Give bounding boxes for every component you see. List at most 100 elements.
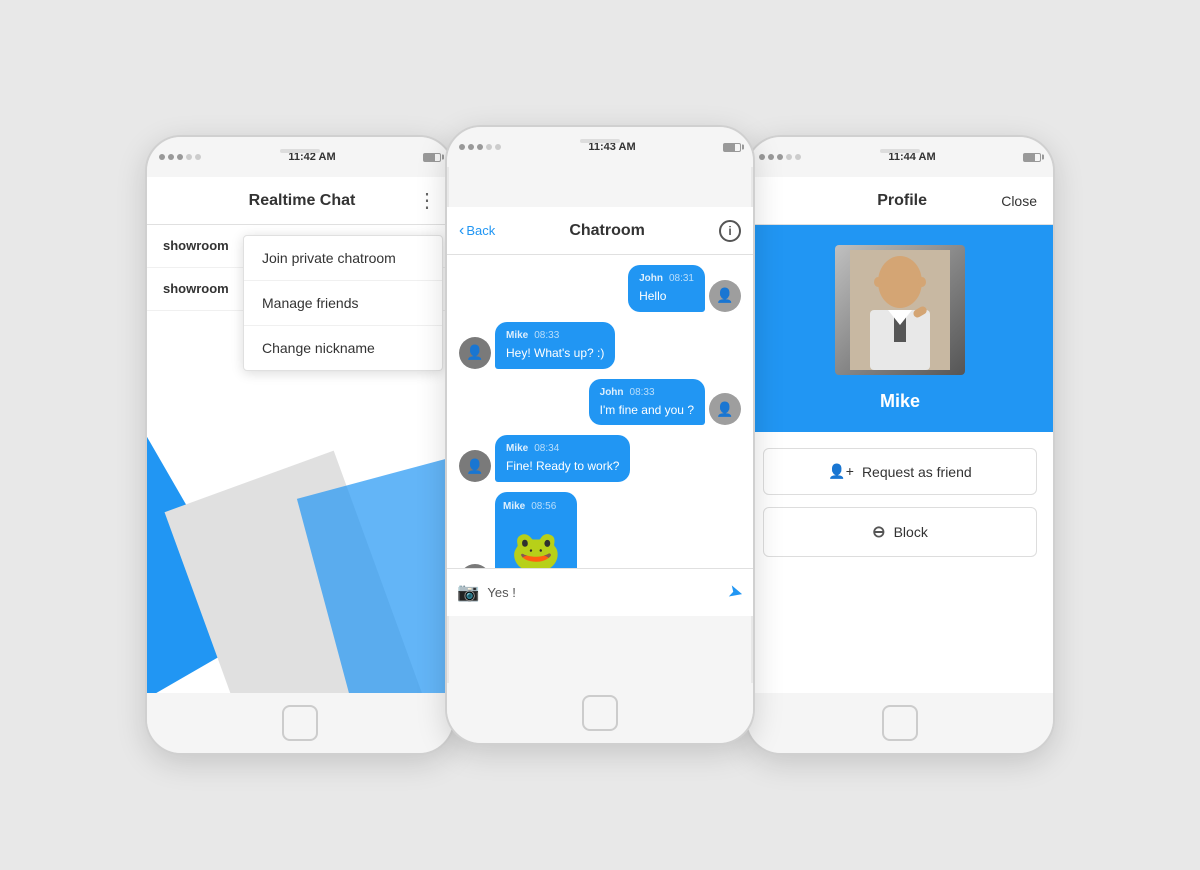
mike-avatar-1: 👤 bbox=[459, 337, 491, 369]
john-face-2: 👤 bbox=[709, 393, 741, 425]
profile-silhouette bbox=[850, 250, 950, 370]
message-row-2: 👤 Mike 08:33 Hey! What's up? :) bbox=[455, 322, 745, 369]
info-button[interactable]: i bbox=[719, 220, 741, 242]
phone-3-battery bbox=[1023, 153, 1041, 162]
request-friend-label: Request as friend bbox=[862, 464, 972, 480]
msg-sender-1: John bbox=[639, 272, 663, 286]
message-bubble-1: John 08:31 Hello bbox=[628, 265, 705, 312]
dropdown-menu: Join private chatroom Manage friends Cha… bbox=[243, 235, 443, 371]
msg-time-2: 08:33 bbox=[534, 329, 559, 343]
message-bubble-4: Mike 08:34 Fine! Ready to work? bbox=[495, 435, 630, 482]
msg-text-1: Hello bbox=[639, 288, 694, 305]
add-friend-icon: 👤+ bbox=[828, 463, 854, 480]
phone-3-status-bar: 11:44 AM bbox=[747, 137, 1053, 177]
phone-3-speaker bbox=[880, 149, 920, 153]
phone-1-status-bar: 11:42 AM bbox=[147, 137, 453, 177]
phone-3: 11:44 AM Profile Close bbox=[745, 135, 1055, 755]
phone-1-bottom bbox=[147, 693, 453, 753]
phone-2-status-bar: 11:43 AM bbox=[447, 127, 753, 167]
block-label: Block bbox=[894, 524, 928, 540]
chat-item-name-2: showroom bbox=[163, 281, 229, 296]
dot-4 bbox=[186, 154, 192, 160]
phone-3-bottom bbox=[747, 693, 1053, 753]
info-icon: i bbox=[728, 224, 731, 238]
message-bubble-3: John 08:33 I'm fine and you ? bbox=[589, 379, 705, 426]
p2-dot-2 bbox=[468, 144, 474, 150]
back-label: Back bbox=[466, 223, 495, 238]
msg-sender-5: Mike bbox=[503, 500, 525, 514]
send-button[interactable]: ➤ bbox=[725, 581, 745, 605]
chat-item-name-1: showroom bbox=[163, 238, 229, 253]
dropdown-change-nickname[interactable]: Change nickname bbox=[244, 326, 442, 370]
phone-1: 11:42 AM Realtime Chat ⋮ showroom showro… bbox=[145, 135, 455, 755]
profile-username: Mike bbox=[880, 391, 920, 412]
p3-battery-icon bbox=[1023, 153, 1041, 162]
battery-icon bbox=[423, 153, 441, 162]
camera-button[interactable]: 📷 bbox=[457, 582, 479, 603]
mike-face-2: 👤 bbox=[459, 450, 491, 482]
block-icon: ⊖ bbox=[872, 522, 885, 542]
p2-battery-icon bbox=[723, 143, 741, 152]
message-header-2: Mike 08:33 bbox=[506, 329, 604, 343]
msg-text-3: I'm fine and you ? bbox=[600, 402, 694, 419]
message-row-4: 👤 Mike 08:34 Fine! Ready to work? bbox=[455, 435, 745, 482]
chat-input-bar: 📷 ➤ bbox=[447, 568, 753, 616]
mike-avatar-2: 👤 bbox=[459, 450, 491, 482]
p3-dot-1 bbox=[759, 154, 765, 160]
app-header: Realtime Chat ⋮ bbox=[147, 177, 453, 225]
menu-dots-button[interactable]: ⋮ bbox=[417, 188, 437, 213]
phones-container: 11:42 AM Realtime Chat ⋮ showroom showro… bbox=[125, 75, 1075, 795]
phone-2-screen: ‹ Back Chatroom i 👤 John bbox=[447, 207, 753, 616]
message-header-5: Mike 08:56 bbox=[503, 500, 569, 514]
john-face-1: 👤 bbox=[709, 280, 741, 312]
phone-2-speaker bbox=[580, 139, 620, 143]
dot-2 bbox=[168, 154, 174, 160]
back-button[interactable]: ‹ Back bbox=[459, 222, 495, 240]
john-avatar-1: 👤 bbox=[709, 280, 741, 312]
phone-1-speaker bbox=[280, 149, 320, 153]
msg-time-5: 08:56 bbox=[531, 500, 556, 514]
p2-dot-3 bbox=[477, 144, 483, 150]
message-bubble-2: Mike 08:33 Hey! What's up? :) bbox=[495, 322, 615, 369]
profile-title: Profile bbox=[877, 192, 927, 210]
home-button-3[interactable] bbox=[882, 705, 918, 741]
profile-actions: 👤+ Request as friend ⊖ Block bbox=[747, 432, 1053, 573]
profile-photo bbox=[835, 245, 965, 375]
chat-header: ‹ Back Chatroom i bbox=[447, 207, 753, 255]
dropdown-manage-friends[interactable]: Manage friends bbox=[244, 281, 442, 326]
phone-2-signal-dots bbox=[459, 144, 501, 150]
msg-sender-2: Mike bbox=[506, 329, 528, 343]
battery-area bbox=[423, 153, 441, 162]
message-row-3: 👤 John 08:33 I'm fine and you ? bbox=[455, 379, 745, 426]
message-header-3: John 08:33 bbox=[600, 386, 694, 400]
phone-3-screen: Profile Close bbox=[747, 177, 1053, 693]
dot-3 bbox=[177, 154, 183, 160]
msg-time-1: 08:31 bbox=[669, 272, 694, 286]
p3-dot-4 bbox=[786, 154, 792, 160]
messages-area: 👤 John 08:31 Hello 👤 bbox=[447, 255, 753, 616]
msg-sender-4: Mike bbox=[506, 442, 528, 456]
phone-2-battery bbox=[723, 143, 741, 152]
block-button[interactable]: ⊖ Block bbox=[763, 507, 1037, 557]
p2-dot-4 bbox=[486, 144, 492, 150]
home-button-2[interactable] bbox=[582, 695, 618, 731]
home-button-1[interactable] bbox=[282, 705, 318, 741]
phone-3-signal-dots bbox=[759, 154, 801, 160]
message-row-1: 👤 John 08:31 Hello bbox=[455, 265, 745, 312]
profile-blue-section: Mike bbox=[747, 225, 1053, 432]
john-avatar-2: 👤 bbox=[709, 393, 741, 425]
phone-1-screen: Realtime Chat ⋮ showroom showroom Join p… bbox=[147, 177, 453, 693]
phone-2-bottom bbox=[447, 683, 753, 743]
request-friend-button[interactable]: 👤+ Request as friend bbox=[763, 448, 1037, 495]
dot-5 bbox=[195, 154, 201, 160]
dropdown-join-chatroom[interactable]: Join private chatroom bbox=[244, 236, 442, 281]
app-title: Realtime Chat bbox=[249, 192, 356, 210]
close-button[interactable]: Close bbox=[1001, 193, 1037, 209]
p3-battery-fill bbox=[1024, 154, 1035, 161]
chat-input-field[interactable] bbox=[487, 585, 719, 600]
signal-dots bbox=[159, 154, 201, 160]
message-header-1: John 08:31 bbox=[639, 272, 694, 286]
dot-1 bbox=[159, 154, 165, 160]
p2-dot-1 bbox=[459, 144, 465, 150]
message-header-4: Mike 08:34 bbox=[506, 442, 619, 456]
